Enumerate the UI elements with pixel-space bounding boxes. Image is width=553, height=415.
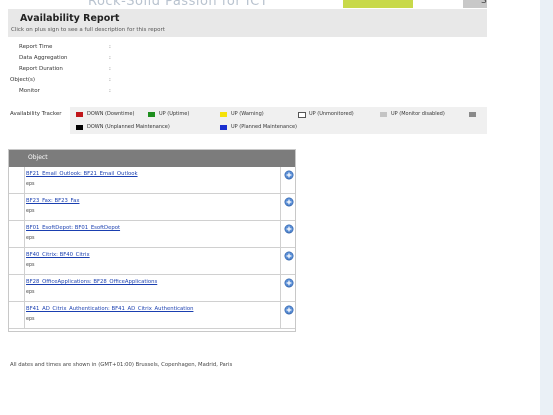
legend-label-warning: UP (Warning)	[231, 111, 264, 117]
table-row: BF28_OfficeApplications: BF28_OfficeAppl…	[8, 275, 295, 302]
legend-swatch-down	[76, 112, 83, 117]
row-divider-left	[24, 221, 25, 247]
row-divider-right	[280, 248, 281, 274]
report-subtitle: Click on plus sign to see a full descrip…	[11, 27, 165, 33]
legend-label-monitor-disabled: UP (Monitor disabled)	[391, 111, 445, 117]
object-link[interactable]: BF01_EsoftDepot: BF01_EsoftDepot	[26, 225, 120, 231]
legend-swatch-up	[148, 112, 155, 117]
row-divider-right	[280, 275, 281, 301]
legend-swatch-warning	[220, 112, 227, 117]
table-row: BF23_Fax: BF23_Faxeps	[8, 194, 295, 221]
object-subtext: eps	[26, 290, 35, 295]
row-divider-right	[280, 302, 281, 328]
banner-slogan: Rock-Solid Passion for ICT	[88, 0, 269, 8]
banner-fragment: Sp	[481, 0, 487, 6]
expand-plus-icon[interactable]	[284, 197, 294, 207]
column-header-object: Object	[28, 154, 48, 161]
legend-label-planned: UP (Planned Maintenance)	[231, 124, 298, 130]
legend-label-unplanned: DOWN (Unplanned Maintenance)	[87, 124, 170, 130]
object-subtext: eps	[26, 236, 35, 241]
row-divider-left	[24, 275, 25, 301]
legend-label-unmonitored: UP (Unmonitored)	[309, 111, 354, 117]
table-row: BF41_AD_Citrix_Authentication: BF41_AD_C…	[8, 302, 295, 329]
table-header: Object	[8, 149, 295, 167]
object-link[interactable]: BF21_Email_Outlook: BF21_Email_Outlook	[26, 171, 138, 177]
legend-label-up: UP (Uptime)	[159, 111, 190, 117]
object-link[interactable]: BF28_OfficeApplications: BF28_OfficeAppl…	[26, 279, 157, 285]
table-row: BF01_EsoftDepot: BF01_EsoftDepoteps	[8, 221, 295, 248]
expand-plus-icon[interactable]	[284, 251, 294, 261]
timezone-footer: All dates and times are shown in (GMT+01…	[10, 362, 233, 368]
meta-objects-label: Object(s)	[10, 77, 36, 83]
expand-plus-icon[interactable]	[284, 224, 294, 234]
expand-plus-icon[interactable]	[284, 305, 294, 315]
expand-plus-icon[interactable]	[284, 170, 294, 180]
object-link[interactable]: BF41_AD_Citrix_Authentication: BF41_AD_C…	[26, 306, 193, 312]
banner-gray-block: Sp	[463, 0, 487, 8]
object-subtext: eps	[26, 209, 35, 214]
expand-plus-icon[interactable]	[284, 278, 294, 288]
object-subtext: eps	[26, 182, 35, 187]
row-divider-right	[280, 167, 281, 193]
row-divider-left	[24, 302, 25, 328]
object-subtext: eps	[26, 263, 35, 268]
legend-swatch-unplanned	[76, 125, 83, 130]
meta-objects-sep: :	[109, 77, 111, 83]
meta-report-time-sep: :	[109, 44, 111, 50]
report-page: Rock-Solid Passion for ICT Sp Availabili…	[0, 0, 540, 415]
legend-label-down: DOWN (Downtime)	[87, 111, 135, 117]
meta-report-duration-sep: :	[109, 66, 111, 72]
row-divider-left	[24, 167, 25, 193]
legend-swatch-extra	[469, 112, 476, 117]
legend-swatch-unmonitored	[298, 112, 306, 118]
object-table: Object BF21_Email_Outlook: BF21_Email_Ou…	[8, 149, 295, 329]
table-row: BF40_Citrix: BF40_Citrixeps	[8, 248, 295, 275]
row-divider-right	[280, 194, 281, 220]
report-title: Availability Report	[20, 13, 120, 24]
row-divider-left	[24, 248, 25, 274]
top-banner: Rock-Solid Passion for ICT Sp	[8, 0, 487, 8]
object-subtext: eps	[26, 317, 35, 322]
legend-swatch-planned	[220, 125, 227, 130]
availability-legend: DOWN (Downtime) UP (Uptime) UP (Warning)…	[70, 107, 487, 134]
meta-data-aggregation-sep: :	[109, 55, 111, 61]
banner-green-block	[343, 0, 413, 8]
meta-data-aggregation-label: Data Aggregation	[19, 55, 68, 61]
legend-swatch-monitor-disabled	[380, 112, 387, 117]
vertical-scrollbar[interactable]	[540, 0, 553, 415]
object-link[interactable]: BF23_Fax: BF23_Fax	[26, 198, 80, 204]
meta-report-time-label: Report Time	[19, 44, 53, 50]
row-divider-left	[24, 194, 25, 220]
report-header: Availability Report Click on plus sign t…	[8, 9, 487, 37]
row-divider-right	[280, 221, 281, 247]
meta-monitor-label: Monitor	[19, 88, 40, 94]
meta-monitor-sep: :	[109, 88, 111, 94]
object-link[interactable]: BF40_Citrix: BF40_Citrix	[26, 252, 90, 258]
meta-report-duration-label: Report Duration	[19, 66, 63, 72]
availability-tracker-label: Availability Tracker	[10, 111, 62, 117]
table-row: BF21_Email_Outlook: BF21_Email_Outlookep…	[8, 167, 295, 194]
